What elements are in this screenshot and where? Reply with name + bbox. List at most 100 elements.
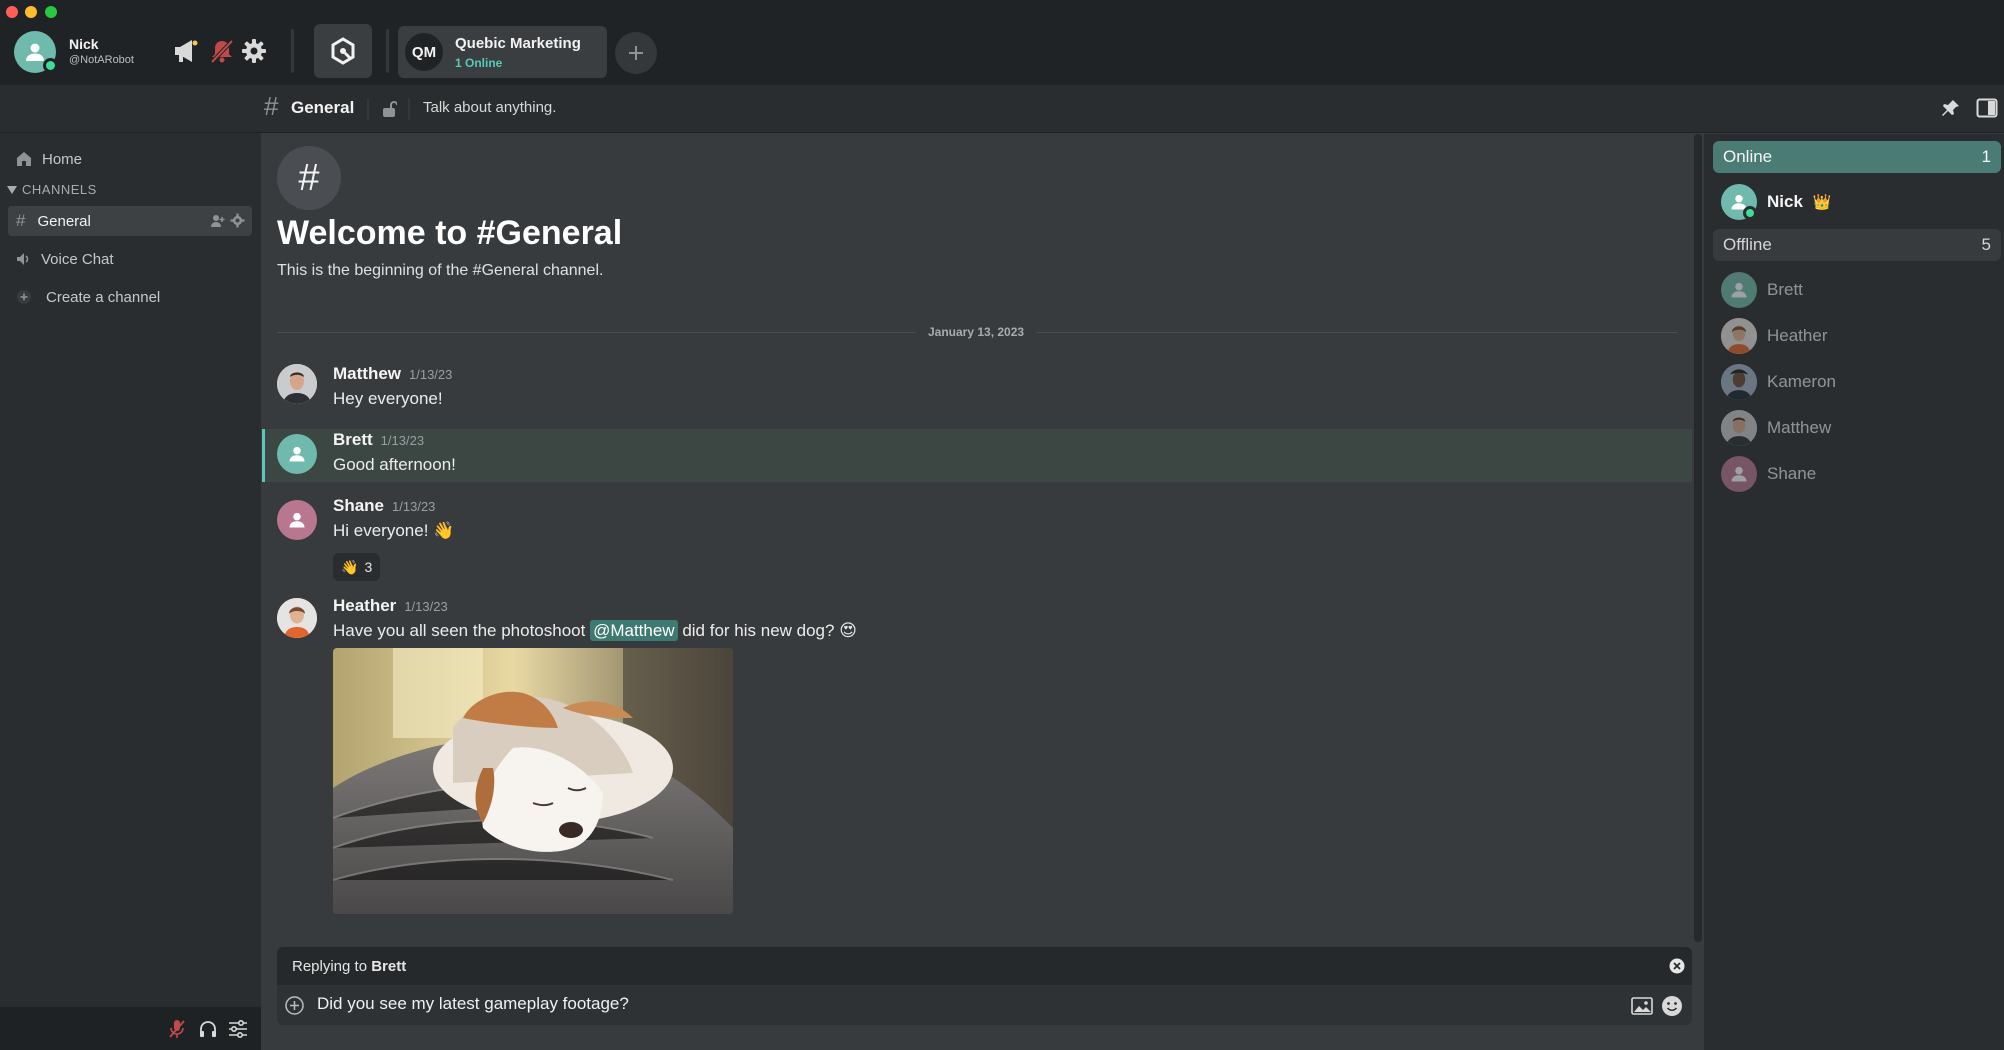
member-item[interactable]: Heather bbox=[1721, 316, 1827, 356]
create-channel-button[interactable]: Create a channel bbox=[8, 282, 252, 312]
member-item[interactable]: Brett bbox=[1721, 270, 1803, 310]
cancel-reply-button[interactable] bbox=[1669, 958, 1685, 974]
minimize-window-button[interactable] bbox=[25, 6, 37, 18]
invite-user-button[interactable] bbox=[211, 214, 225, 228]
server-online-count: 1 Online bbox=[455, 56, 503, 70]
reaction-count: 3 bbox=[364, 559, 373, 575]
quebic-logo-icon bbox=[331, 37, 355, 65]
image-icon bbox=[1631, 997, 1653, 1015]
message-text: Hey everyone! bbox=[333, 389, 443, 408]
toggle-members-button[interactable] bbox=[1976, 98, 1998, 118]
crown-icon: 👑 bbox=[1812, 194, 1832, 211]
member-name: Matthew bbox=[1767, 418, 1832, 437]
voice-settings-button[interactable] bbox=[228, 1020, 248, 1038]
server-initials: QM bbox=[405, 33, 443, 71]
offline-group-header[interactable]: Offline 5 bbox=[1713, 229, 2001, 261]
notifications-muted-button[interactable] bbox=[209, 38, 235, 64]
message-author[interactable]: Brett bbox=[333, 430, 373, 450]
microphone-off-icon bbox=[169, 1020, 185, 1038]
close-window-button[interactable] bbox=[6, 6, 18, 18]
woman-portrait-icon bbox=[277, 598, 317, 638]
sliders-icon bbox=[229, 1020, 247, 1038]
member-avatar bbox=[1721, 364, 1757, 400]
message-composer bbox=[277, 985, 1692, 1025]
online-group-header[interactable]: Online 1 bbox=[1713, 141, 2001, 173]
emoji-picker-button[interactable] bbox=[1661, 995, 1683, 1017]
message-input[interactable] bbox=[317, 994, 1617, 1014]
reply-text: Replying to Brett bbox=[292, 958, 406, 975]
gear-icon bbox=[230, 213, 245, 228]
image-attachment[interactable] bbox=[333, 648, 733, 914]
channel-hash-badge: # bbox=[277, 146, 341, 210]
reaction-chip[interactable]: 👋 3 bbox=[333, 553, 381, 581]
header-divider bbox=[367, 98, 369, 120]
maximize-window-button[interactable] bbox=[45, 6, 57, 18]
person-icon bbox=[289, 512, 305, 528]
message-timestamp: 1/13/23 bbox=[409, 367, 453, 382]
member-item[interactable]: Shane bbox=[1721, 454, 1816, 494]
chat-scrollbar[interactable] bbox=[1694, 134, 1702, 942]
plus-circle-icon bbox=[17, 290, 31, 304]
member-item[interactable]: Nick 👑 bbox=[1721, 182, 1832, 222]
member-item[interactable]: Kameron bbox=[1721, 362, 1836, 402]
reply-target: Brett bbox=[371, 958, 407, 975]
sidebar-item-home[interactable]: Home bbox=[8, 144, 252, 174]
member-item[interactable]: Matthew bbox=[1721, 408, 1831, 448]
channel-sidebar: Home CHANNELS # General Voice Chat Creat… bbox=[0, 133, 261, 1050]
message-avatar-heather[interactable] bbox=[277, 598, 317, 638]
add-server-button[interactable] bbox=[615, 32, 657, 74]
announcements-button[interactable] bbox=[172, 38, 200, 64]
message-avatar-matthew[interactable] bbox=[277, 364, 317, 404]
user-mention[interactable]: @Matthew bbox=[590, 620, 678, 641]
member-name: Heather bbox=[1767, 326, 1828, 345]
sidebar-item-label: General bbox=[37, 212, 91, 230]
message-header: Matthew 1/13/23 bbox=[333, 364, 452, 384]
message-text-part: Have you all seen the photoshoot bbox=[333, 621, 591, 640]
message-header: Shane 1/13/23 bbox=[333, 496, 435, 516]
microphone-mute-button[interactable] bbox=[168, 1019, 186, 1039]
message-avatar-shane[interactable] bbox=[277, 500, 317, 540]
gear-icon bbox=[242, 39, 266, 63]
channel-settings-button[interactable] bbox=[230, 213, 245, 228]
sidebar-item-general[interactable]: # General bbox=[8, 206, 252, 236]
member-name: Nick bbox=[1767, 192, 1803, 211]
unlock-icon bbox=[383, 101, 397, 117]
message-author[interactable]: Shane bbox=[333, 496, 384, 516]
message-row-highlighted[interactable] bbox=[262, 429, 1692, 482]
channels-section-toggle[interactable]: CHANNELS bbox=[7, 182, 97, 197]
server-quebic-marketing[interactable]: QM Quebic Marketing 1 Online bbox=[398, 26, 607, 78]
member-name: Kameron bbox=[1767, 372, 1836, 391]
message-author[interactable]: Heather bbox=[333, 596, 396, 616]
online-status-dot bbox=[43, 58, 58, 73]
member-name: Brett bbox=[1767, 280, 1803, 299]
megaphone-icon bbox=[175, 40, 198, 62]
home-icon bbox=[17, 152, 31, 166]
member-avatar bbox=[1721, 410, 1757, 446]
section-label: CHANNELS bbox=[22, 182, 97, 197]
server-discovery-button[interactable] bbox=[314, 24, 372, 78]
member-name: Shane bbox=[1767, 464, 1817, 483]
upload-image-button[interactable] bbox=[1631, 997, 1653, 1015]
message-avatar-brett[interactable] bbox=[277, 434, 317, 474]
sidebar-item-voice-chat[interactable]: Voice Chat bbox=[8, 244, 252, 274]
plus-circle-icon bbox=[285, 996, 304, 1015]
channel-topic: Talk about anything. bbox=[423, 99, 557, 116]
settings-button[interactable] bbox=[241, 38, 267, 64]
message-timestamp: 1/13/23 bbox=[404, 599, 448, 614]
group-count: 5 bbox=[1981, 235, 1991, 254]
member-list: Online 1 Nick 👑 Offline 5 Brett Heather … bbox=[1704, 134, 2004, 1050]
pinned-messages-button[interactable] bbox=[1941, 98, 1961, 118]
add-user-icon bbox=[211, 215, 225, 227]
deafen-button[interactable] bbox=[199, 1020, 217, 1038]
online-status-dot bbox=[1743, 206, 1757, 220]
channel-lock-button[interactable] bbox=[381, 100, 397, 118]
welcome-title: Welcome to #General bbox=[277, 214, 623, 252]
attach-button[interactable] bbox=[285, 996, 304, 1015]
message-author[interactable]: Matthew bbox=[333, 364, 401, 384]
sidebar-item-label: Voice Chat bbox=[41, 250, 114, 268]
message-timestamp: 1/13/23 bbox=[392, 499, 436, 514]
member-avatar bbox=[1721, 456, 1757, 492]
sidebar-item-label: Create a channel bbox=[46, 288, 161, 306]
bell-off-icon bbox=[210, 39, 234, 64]
sleeping-dog-photo bbox=[333, 648, 733, 914]
